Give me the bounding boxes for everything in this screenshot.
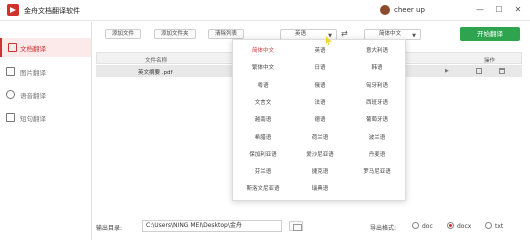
file-name: 英文摘要 .pdf bbox=[138, 70, 173, 76]
format-label-txt: txt bbox=[495, 223, 504, 230]
language-option[interactable]: 简体中文 bbox=[235, 46, 291, 57]
language-option[interactable]: 爱沙尼亚语 bbox=[292, 150, 348, 161]
language-option[interactable]: 捷克语 bbox=[292, 167, 348, 178]
avatar[interactable] bbox=[380, 5, 390, 15]
add-folder-button[interactable]: 添加文件夹 bbox=[154, 29, 196, 39]
language-option[interactable]: 匈牙利语 bbox=[349, 81, 405, 92]
clear-list-button[interactable]: 清除列表 bbox=[208, 29, 245, 39]
start-translate-button[interactable]: 开始翻译 bbox=[460, 27, 520, 41]
sidebar-item-sentence[interactable]: 短句翻译 bbox=[0, 108, 91, 127]
user-name[interactable]: cheer up bbox=[394, 6, 425, 14]
language-option[interactable]: 芬兰语 bbox=[235, 167, 291, 178]
format-radio-txt[interactable] bbox=[485, 222, 492, 229]
target-language-value: 简体中文 bbox=[379, 31, 402, 37]
source-language-value: 英语 bbox=[295, 31, 307, 37]
sidebar-item-label: 语音翻译 bbox=[20, 91, 46, 100]
language-option[interactable]: 希腊语 bbox=[235, 133, 291, 144]
app-title: 金舟文档翻译软件 bbox=[24, 7, 80, 15]
language-dropdown: 简体中文 英语 意大利语繁体中文 日语 韩语粤语 俄语 匈牙利语文言文 法语 西班牙语越南语 德语… bbox=[232, 39, 406, 201]
audio-icon bbox=[6, 90, 15, 99]
sidebar: 文档翻译 图片翻译 语音翻译 短句翻译 bbox=[0, 22, 92, 240]
language-option[interactable]: 意大利语 bbox=[349, 46, 405, 57]
language-option[interactable]: 保加利亚语 bbox=[235, 150, 291, 161]
language-option[interactable]: 西班牙语 bbox=[349, 98, 405, 109]
language-option[interactable]: 德语 bbox=[292, 115, 348, 126]
document-icon bbox=[8, 43, 17, 52]
export-format-label: 导出格式: bbox=[370, 225, 397, 232]
maximize-icon[interactable]: ☐ bbox=[493, 4, 505, 16]
format-radio-doc[interactable] bbox=[412, 222, 419, 229]
minimize-icon[interactable]: — bbox=[474, 4, 486, 16]
language-option[interactable]: 日语 bbox=[292, 63, 348, 74]
language-option[interactable]: 英语 bbox=[292, 46, 348, 57]
language-option[interactable]: 法语 bbox=[292, 98, 348, 109]
language-option[interactable]: 繁体中文 bbox=[235, 63, 291, 74]
title-bar: 金舟文档翻译软件 cheer up — ☐ ✕ bbox=[0, 0, 530, 21]
language-option[interactable]: 斯洛文尼亚语 bbox=[235, 184, 291, 195]
sentence-icon bbox=[6, 113, 15, 122]
language-option[interactable]: 荷兰语 bbox=[292, 133, 348, 144]
delete-icon[interactable] bbox=[499, 68, 505, 74]
column-header-action: 操作 bbox=[484, 58, 496, 64]
format-label-docx: docx bbox=[457, 223, 472, 230]
language-option[interactable]: 波兰语 bbox=[349, 133, 405, 144]
column-header-name: 文件名称 bbox=[145, 58, 168, 64]
language-option[interactable]: 丹麦语 bbox=[349, 150, 405, 161]
language-option[interactable]: 葡萄牙语 bbox=[349, 115, 405, 126]
language-option[interactable]: 俄语 bbox=[292, 81, 348, 92]
add-file-button[interactable]: 添加文件 bbox=[105, 29, 142, 39]
browse-folder-button[interactable] bbox=[289, 221, 303, 231]
language-option[interactable]: 韩语 bbox=[349, 63, 405, 74]
language-option[interactable]: 粤语 bbox=[235, 81, 291, 92]
sidebar-item-label: 图片翻译 bbox=[20, 68, 46, 77]
sidebar-item-label: 短句翻译 bbox=[20, 114, 46, 123]
sidebar-item-document[interactable]: 文档翻译 bbox=[0, 38, 91, 57]
sidebar-item-label: 文档翻译 bbox=[20, 44, 46, 53]
play-icon[interactable]: ▶ bbox=[445, 68, 451, 74]
close-icon[interactable]: ✕ bbox=[512, 4, 524, 16]
app-logo-icon bbox=[7, 4, 19, 16]
format-radio-docx[interactable] bbox=[447, 222, 454, 229]
language-option[interactable]: 文言文 bbox=[235, 98, 291, 109]
folder-icon[interactable] bbox=[476, 68, 482, 74]
format-label-doc: doc bbox=[422, 223, 433, 230]
sidebar-item-audio[interactable]: 语音翻译 bbox=[0, 85, 91, 104]
language-option[interactable]: 瑞典语 bbox=[292, 184, 348, 195]
chevron-down-icon: ▼ bbox=[412, 33, 416, 39]
language-option[interactable]: 罗马尼亚语 bbox=[349, 167, 405, 178]
output-directory-label: 输出目录: bbox=[96, 225, 123, 232]
image-icon bbox=[6, 67, 15, 76]
output-path-field[interactable]: C:\Users\NING MEI\Desktop\金舟 bbox=[142, 220, 282, 232]
sidebar-item-image[interactable]: 图片翻译 bbox=[0, 62, 91, 81]
swap-icon[interactable]: ⇄ bbox=[341, 29, 348, 39]
language-option[interactable]: 越南语 bbox=[235, 115, 291, 126]
